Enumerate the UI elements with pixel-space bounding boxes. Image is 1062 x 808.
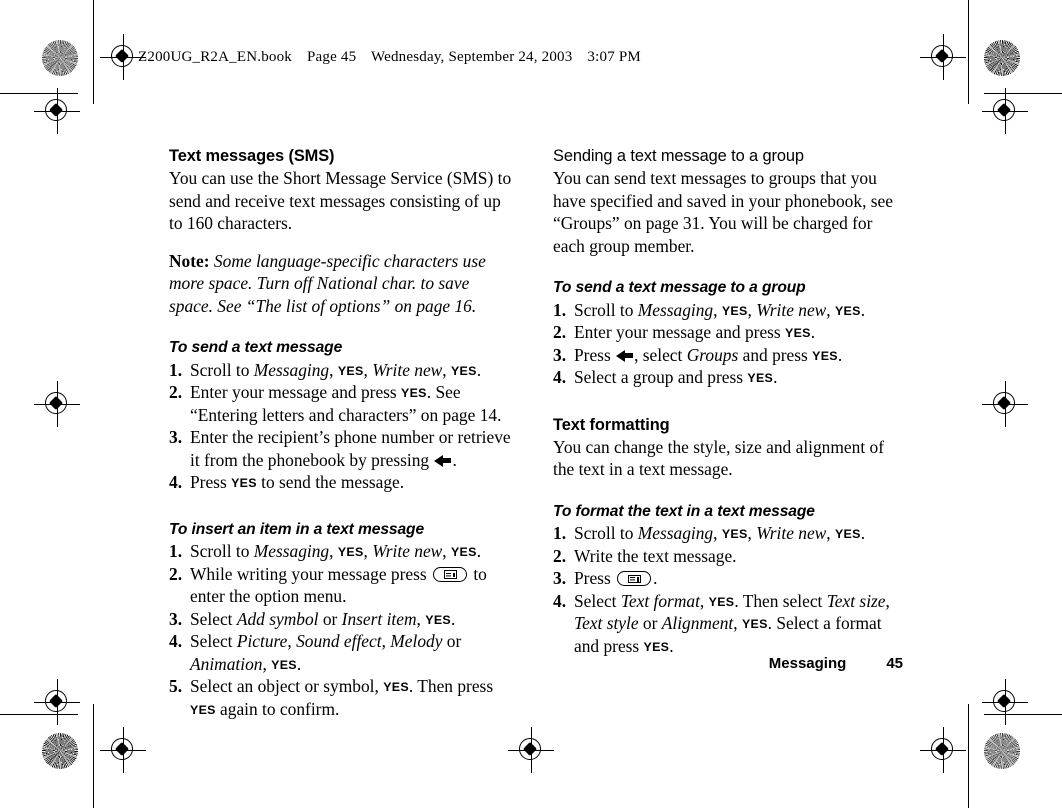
procedure-title-send-text-message: To send a text message bbox=[169, 339, 343, 357]
procedure-title-send-to-group: To send a text message to a group bbox=[553, 279, 806, 297]
key-yes: YES bbox=[747, 371, 774, 386]
procedure-steps-format-text: Scroll to Messaging, YES, Write new, YES… bbox=[553, 522, 903, 657]
left-column: Text messages (SMS) You can use the Shor… bbox=[169, 146, 514, 720]
key-yes: YES bbox=[450, 363, 477, 378]
key-yes: YES bbox=[337, 363, 364, 378]
menu-key-icon bbox=[617, 571, 652, 587]
list-item: Scroll to Messaging, YES, Write new, YES… bbox=[169, 540, 482, 562]
key-yes: YES bbox=[271, 657, 297, 672]
key-yes: YES bbox=[425, 612, 451, 627]
key-yes: YES bbox=[337, 544, 364, 559]
list-item: Enter your message and press YES. bbox=[553, 321, 816, 343]
manual-page: Text messages (SMS) You can use the Shor… bbox=[0, 0, 1062, 808]
back-arrow-icon bbox=[616, 349, 634, 362]
list-item: Press , select Groups and press YES. bbox=[553, 344, 843, 366]
paragraph-sms-intro: You can use the Short Message Service (S… bbox=[169, 168, 512, 234]
procedure-title-format-text: To format the text in a text message bbox=[553, 502, 815, 520]
list-item: Write the text message. bbox=[553, 545, 737, 567]
key-yes: YES bbox=[834, 303, 861, 318]
heading-text-formatting: Text formatting bbox=[553, 415, 670, 434]
procedure-steps-send-text-message: Scroll to Messaging, YES, Write new, YES… bbox=[169, 359, 514, 494]
procedure-title-insert-item: To insert an item in a text message bbox=[169, 520, 425, 538]
page-footer: Messaging 45 bbox=[553, 655, 903, 672]
heading-text-messages-sms: Text messages (SMS) bbox=[169, 147, 335, 165]
right-column: Sending a text message to a group You ca… bbox=[553, 146, 903, 657]
list-item: Scroll to Messaging, YES, Write new, YES… bbox=[169, 359, 482, 381]
key-yes: YES bbox=[812, 348, 838, 363]
list-item: Select Picture, Sound effect, Melody or … bbox=[169, 630, 462, 674]
list-item: Select Text format, YES. Then select Tex… bbox=[553, 590, 890, 656]
key-yes: YES bbox=[643, 639, 670, 654]
note-text: Some language-specific characters use mo… bbox=[169, 250, 486, 316]
footer-section-name: Messaging bbox=[768, 655, 847, 672]
list-item: Select a group and press YES. bbox=[553, 366, 778, 388]
list-item: Press . bbox=[553, 567, 658, 589]
key-yes: YES bbox=[383, 680, 409, 695]
heading-sending-to-group: Sending a text message to a group bbox=[553, 147, 804, 165]
list-item: Select Add symbol or Insert item, YES. bbox=[169, 608, 456, 630]
key-yes: YES bbox=[785, 326, 811, 341]
key-yes: YES bbox=[450, 544, 477, 559]
key-yes: YES bbox=[190, 702, 216, 717]
key-yes: YES bbox=[401, 386, 427, 401]
list-item: While writing your message press to ente… bbox=[169, 563, 487, 607]
note-block: Note: Some language-specific characters … bbox=[169, 250, 514, 318]
list-item: Select an object or symbol, YES. Then pr… bbox=[169, 675, 494, 719]
key-yes: YES bbox=[721, 527, 748, 542]
procedure-steps-insert-item: Scroll to Messaging, YES, Write new, YES… bbox=[169, 540, 514, 720]
key-yes: YES bbox=[708, 594, 735, 609]
list-item: Press YES to send the message. bbox=[169, 471, 405, 493]
list-item: Enter your message and press YES. See “E… bbox=[169, 381, 502, 425]
key-yes: YES bbox=[741, 617, 768, 632]
procedure-steps-send-to-group: Scroll to Messaging, YES, Write new, YES… bbox=[553, 299, 903, 389]
paragraph-text-formatting-intro: You can change the style, size and align… bbox=[553, 436, 884, 480]
list-item: Scroll to Messaging, YES, Write new, YES… bbox=[553, 299, 866, 321]
key-yes: YES bbox=[231, 476, 257, 491]
list-item: Enter the recipient’s phone number or re… bbox=[169, 426, 511, 470]
back-arrow-icon bbox=[434, 454, 452, 467]
note-label: Note: bbox=[169, 250, 210, 271]
menu-key-icon bbox=[433, 566, 467, 582]
key-yes: YES bbox=[721, 303, 748, 318]
key-yes: YES bbox=[834, 527, 861, 542]
paragraph-group-intro: You can send text messages to groups tha… bbox=[553, 168, 893, 256]
list-item: Scroll to Messaging, YES, Write new, YES… bbox=[553, 522, 866, 544]
footer-page-number: 45 bbox=[886, 655, 903, 672]
